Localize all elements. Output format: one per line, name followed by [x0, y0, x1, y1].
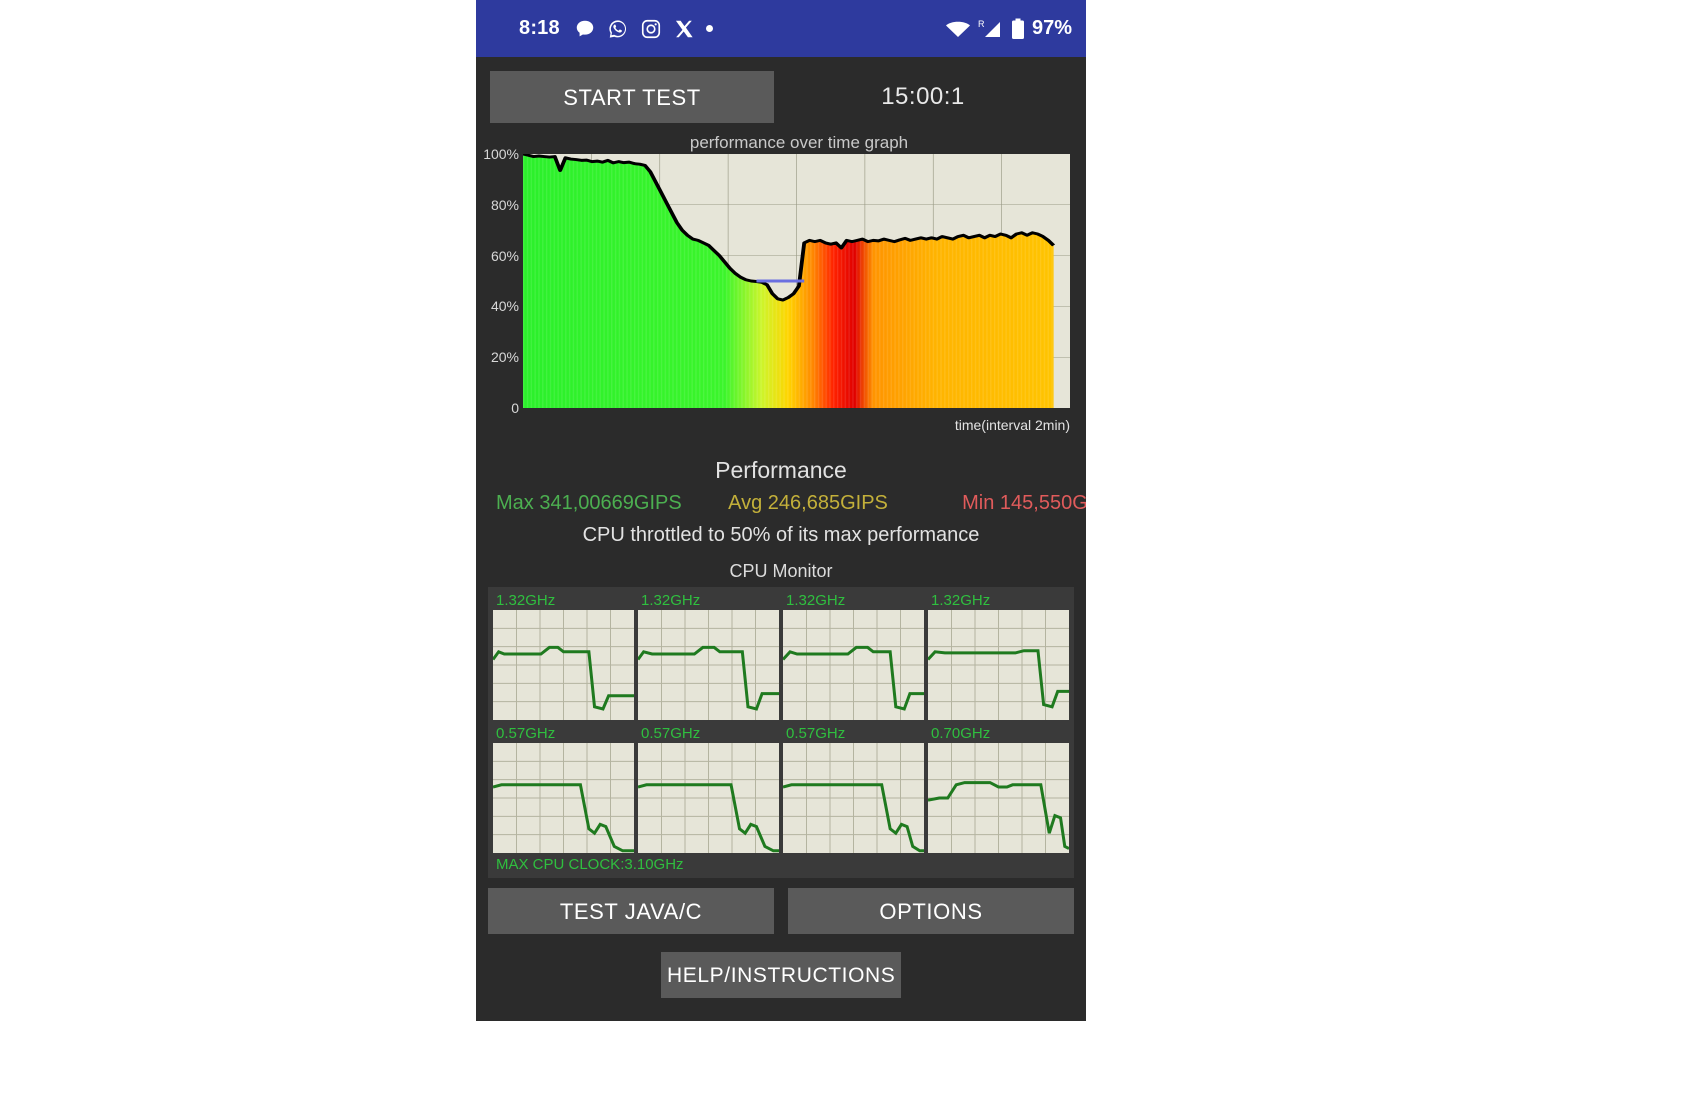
chart-y-axis: 100% 80% 60% 40% 20% 0	[483, 146, 521, 416]
cpu-monitor-panel: 1.32GHz 1.32GHz 1.32GHz 1.32GHz 0.57GHz 0.57G…	[488, 587, 1074, 878]
performance-stats-row: Max 341,00669GIPS Avg 246,685GIPS Min 14…	[476, 492, 1086, 515]
cpu-core-3-svg	[928, 610, 1069, 720]
y-tick-60: 60%	[490, 247, 519, 264]
whatsapp-icon	[609, 19, 626, 38]
cpu-core-7-frequency: 0.70GHz	[931, 725, 991, 742]
bottom-button-row: TEST JAVA/C OPTIONS	[476, 878, 1086, 934]
cpu-core-7-plot	[928, 743, 1069, 853]
cpu-core-grid: 1.32GHz 1.32GHz 1.32GHz 1.32GHz 0.57GHz 0.57G…	[493, 591, 1069, 853]
y-tick-100: 100%	[483, 146, 519, 162]
options-button[interactable]: OPTIONS	[788, 888, 1074, 934]
status-bar-clock: 8:18	[519, 17, 560, 39]
max-cpu-clock-label: MAX CPU CLOCK:3.10GHz	[496, 856, 684, 873]
phone-screen: 8:18 R 97% START TEST 15:00:1 performanc…	[476, 0, 1086, 1021]
chart-plot-area	[523, 154, 1070, 408]
stat-max: Max 341,00669GIPS	[496, 492, 682, 514]
status-bar-system-icons: R 97%	[945, 17, 1072, 40]
cpu-core-2-frequency: 1.32GHz	[786, 592, 846, 609]
test-timer: 15:00:1	[881, 83, 965, 110]
cpu-core-2-plot	[783, 610, 924, 720]
cpu-core-4-frequency: 0.57GHz	[496, 725, 556, 742]
performance-chart: performance over time graph 100% 80% 60%…	[483, 133, 1078, 445]
cpu-core-3: 1.32GHz	[928, 591, 1069, 720]
cpu-core-5-frequency: 0.57GHz	[641, 725, 701, 742]
throttle-note: CPU throttled to 50% of its max performa…	[582, 524, 980, 546]
cpu-core-5: 0.57GHz	[638, 724, 779, 853]
chart-x-caption: time(interval 2min)	[954, 417, 1070, 433]
y-tick-20: 20%	[490, 349, 519, 366]
cpu-core-1-frequency: 1.32GHz	[641, 592, 701, 609]
cpu-core-4-svg	[493, 743, 634, 853]
cpu-core-0-svg	[493, 610, 634, 720]
help-instructions-button[interactable]: HELP/INSTRUCTIONS	[661, 952, 901, 998]
battery-percent-label: 97%	[1031, 17, 1072, 39]
svg-text:R: R	[978, 19, 985, 29]
start-test-button[interactable]: START TEST	[490, 71, 774, 123]
instagram-icon	[641, 19, 660, 38]
cpu-core-1: 1.32GHz	[638, 591, 779, 720]
cpu-core-0-frequency: 1.32GHz	[496, 592, 556, 609]
wifi-icon	[945, 21, 970, 37]
top-toolbar: START TEST 15:00:1	[476, 57, 1086, 133]
messages-icon	[576, 20, 594, 36]
cpu-core-7-svg	[928, 743, 1069, 853]
stat-min: Min 145,550GIPS	[962, 492, 1086, 514]
cpu-core-0: 1.32GHz	[493, 591, 634, 720]
performance-heading: Performance	[715, 457, 847, 483]
chart-title: performance over time graph	[689, 133, 909, 152]
cpu-core-4-plot	[493, 743, 634, 853]
cpu-core-6: 0.57GHz	[783, 724, 924, 853]
cpu-core-2-svg	[783, 610, 924, 720]
cpu-core-7: 0.70GHz	[928, 724, 1069, 853]
cpu-monitor-heading: CPU Monitor	[729, 561, 833, 581]
cpu-core-3-frequency: 1.32GHz	[931, 592, 991, 609]
help-button-row: HELP/INSTRUCTIONS	[476, 934, 1086, 998]
cpu-core-1-plot	[638, 610, 779, 720]
y-tick-0: 0	[511, 400, 519, 416]
cpu-core-6-plot	[783, 743, 924, 853]
status-bar: 8:18 R 97%	[476, 0, 1086, 57]
screenshot-root: 8:18 R 97% START TEST 15:00:1 performanc…	[0, 0, 1682, 1095]
cpu-core-4: 0.57GHz	[493, 724, 634, 853]
cpu-core-5-plot	[638, 743, 779, 853]
cpu-core-6-frequency: 0.57GHz	[786, 725, 846, 742]
more-dot-icon	[705, 25, 713, 32]
test-java-c-button[interactable]: TEST JAVA/C	[488, 888, 774, 934]
x-icon	[675, 20, 693, 37]
roaming-signal-icon: R	[978, 19, 1000, 37]
cpu-core-1-svg	[638, 610, 779, 720]
cpu-core-5-svg	[638, 743, 779, 853]
cpu-core-6-svg	[783, 743, 924, 853]
battery-icon	[1011, 18, 1024, 39]
cpu-core-0-plot	[493, 610, 634, 720]
chart-svg	[523, 154, 1070, 408]
y-tick-40: 40%	[490, 298, 519, 315]
cpu-core-3-plot	[928, 610, 1069, 720]
status-bar-notification-icons	[574, 18, 713, 40]
y-tick-80: 80%	[490, 196, 519, 213]
cpu-core-2: 1.32GHz	[783, 591, 924, 720]
stat-avg: Avg 246,685GIPS	[728, 492, 888, 514]
